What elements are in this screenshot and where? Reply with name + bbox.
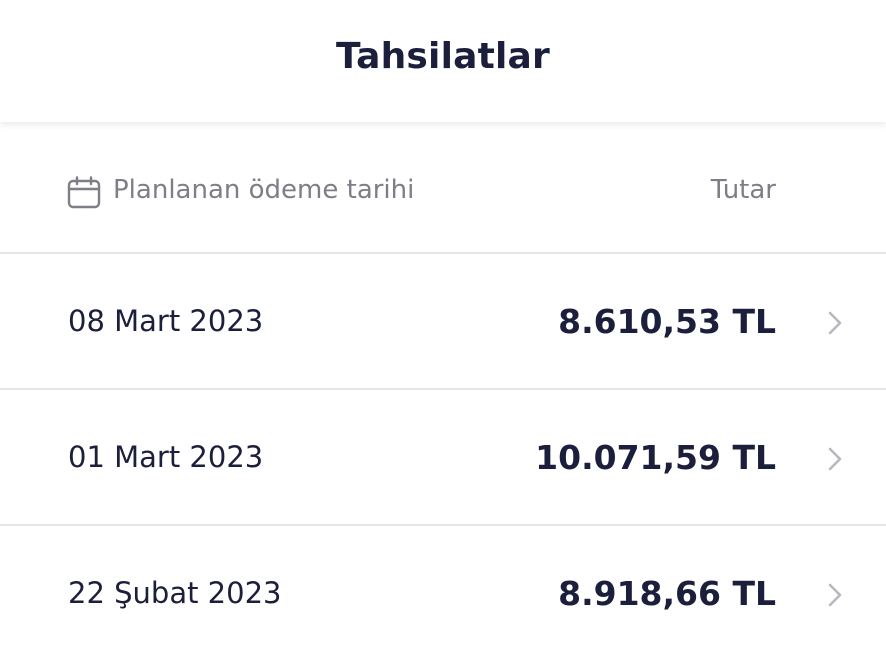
chevron-right-icon	[828, 311, 842, 335]
payment-amount: 8.918,66 TL	[558, 574, 776, 613]
calendar-icon	[67, 176, 101, 209]
amount-label: Tutar	[710, 175, 776, 205]
payment-date: 22 Şubat 2023	[68, 576, 282, 610]
page-title: Tahsilatlar	[335, 36, 551, 77]
planned-payment-date-label: Planlanan ödeme tarihi	[113, 175, 415, 205]
chevron-right-icon	[828, 447, 842, 471]
payment-amount: 10.071,59 TL	[535, 438, 776, 477]
payment-amount: 8.610,53 TL	[558, 302, 776, 341]
payment-date: 08 Mart 2023	[68, 304, 264, 338]
chevron-right-icon	[828, 583, 842, 607]
top-bar: Tahsilatlar	[0, 0, 886, 122]
column-header: Planlanan ödeme tarihi Tutar	[0, 122, 886, 254]
payment-row[interactable]: 22 Şubat 2023 8.918,66 TL	[0, 526, 886, 653]
payments-list: 08 Mart 2023 8.610,53 TL 01 Mart 2023 10…	[0, 254, 886, 653]
payment-date: 01 Mart 2023	[68, 440, 264, 474]
payment-row[interactable]: 08 Mart 2023 8.610,53 TL	[0, 254, 886, 390]
collections-screen: Tahsilatlar Planlanan ödeme tarihi Tutar…	[0, 0, 886, 653]
payment-row[interactable]: 01 Mart 2023 10.071,59 TL	[0, 390, 886, 526]
